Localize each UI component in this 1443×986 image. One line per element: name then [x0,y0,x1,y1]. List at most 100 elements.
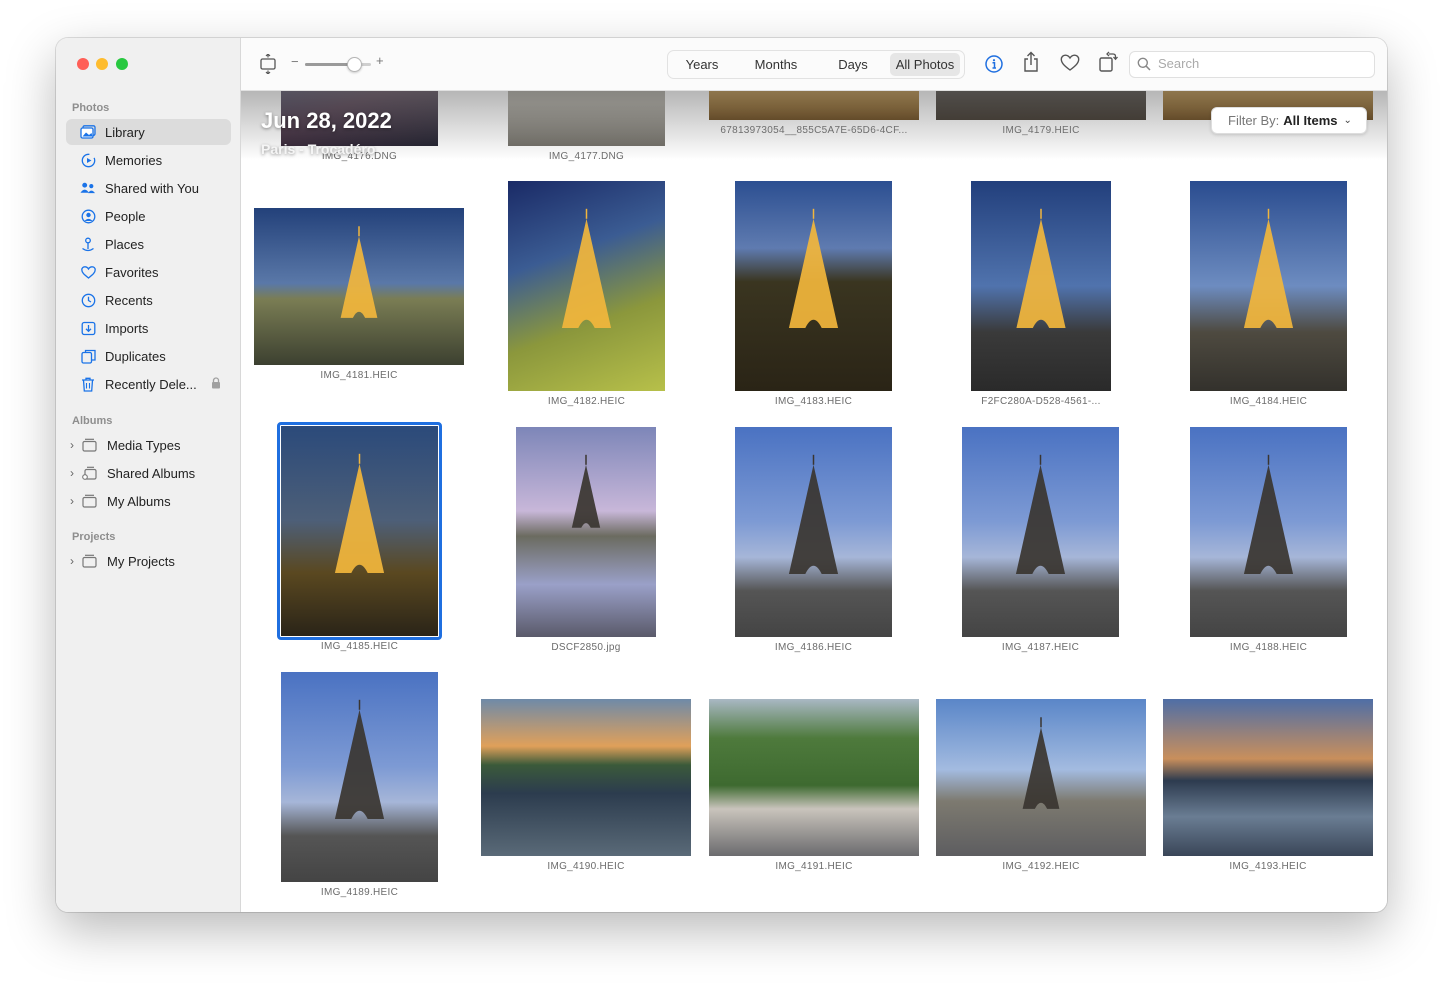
chevron-right-icon[interactable]: › [70,494,80,508]
filter-by-button[interactable]: Filter By: All Items ⌄ [1211,107,1367,134]
photo-grid: IMG_4176.DNG IMG_4177.DNG 67813973054__855… [241,38,1387,912]
sidebar-item-places[interactable]: Places [66,231,231,257]
sidebar-item-favorites[interactable]: Favorites [66,259,231,285]
photo-thumbnail[interactable] [709,699,919,856]
sidebar-item-imports[interactable]: Imports [66,315,231,341]
chevron-right-icon[interactable]: › [70,554,80,568]
photos-section-title: Photos [72,102,110,114]
photo-caption: F2FC280A-D528-4561-... [981,396,1101,407]
search-field[interactable] [1129,51,1375,78]
photo-thumbnail[interactable] [281,672,438,882]
memories-icon [80,152,96,168]
photo-caption: IMG_4186.HEIC [774,642,853,653]
photo-thumbnail[interactable] [936,699,1146,856]
sidebar-item-label: Recently Dele... [105,376,197,392]
sidebar-item-duplicates[interactable]: Duplicates [66,343,231,369]
shared-album-icon [82,465,98,481]
photo-thumbnail[interactable] [962,427,1119,637]
photo-caption: IMG_4183.HEIC [774,396,853,407]
sidebar-item-label: My Albums [107,493,171,509]
photo-thumbnail[interactable] [1190,427,1347,637]
shared-with-you-icon [80,180,96,196]
photo-caption: IMG_4193.HEIC [1229,861,1307,872]
projects-section-title: Projects [72,531,116,543]
tab-years[interactable]: Years [668,53,736,76]
minimize-window-button[interactable] [96,58,108,70]
photo-caption: IMG_4189.HEIC [320,887,399,898]
sidebar-item-my-projects[interactable]: › My Projects [66,548,231,574]
chevron-right-icon[interactable]: › [70,466,80,480]
sidebar-item-label: Library [105,124,145,140]
close-window-button[interactable] [77,58,89,70]
imports-icon [80,320,96,336]
zoom-out-button[interactable]: − [291,54,299,69]
sidebar-item-label: Memories [105,152,163,168]
sidebar-item-shared-albums[interactable]: › Shared Albums [66,460,231,486]
search-input[interactable] [1156,55,1360,72]
photo-thumbnail[interactable] [508,181,665,391]
rotate-icon[interactable] [1098,51,1118,72]
zoom-in-button[interactable]: + [376,53,384,68]
favorite-heart-icon[interactable] [1060,54,1080,74]
heart-icon [80,264,96,280]
album-stack-icon [82,553,98,569]
sidebar-item-people[interactable]: People [66,203,231,229]
album-stack-icon [82,437,98,453]
aspect-ratio-icon[interactable] [259,53,279,75]
sidebar-item-label: Media Types [107,437,181,453]
sidebar-item-label: People [105,208,146,224]
photo-caption: IMG_4192.HEIC [1002,861,1080,872]
zoom-slider-knob[interactable] [347,57,362,72]
selected-photo-frame [277,422,442,640]
sidebar-item-shared-with-you[interactable]: Shared with You [66,175,231,201]
sidebar-item-label: Imports [105,320,149,336]
tab-days[interactable]: Days [816,53,890,76]
lock-icon [211,377,221,392]
photo-thumbnail[interactable] [481,699,691,856]
sidebar-item-label: My Projects [107,553,175,569]
moment-location[interactable]: Paris - Trocadéro [261,141,375,157]
photo-caption: IMG_4179.HEIC [1002,125,1080,136]
library-icon [80,124,96,140]
photo-caption: IMG_4184.HEIC [1229,396,1308,407]
share-icon[interactable] [1022,51,1042,72]
sidebar-item-my-albums[interactable]: › My Albums [66,488,231,514]
photo-thumbnail[interactable] [735,427,892,637]
photo-thumbnail[interactable] [1163,699,1373,856]
photo-thumbnail[interactable] [971,181,1111,391]
album-stack-icon [82,493,98,509]
albums-section-title: Albums [72,415,113,427]
sidebar-item-memories[interactable]: Memories [66,147,231,173]
photo-thumbnail[interactable] [254,208,464,365]
sidebar: Photos Library Memories Shared with You … [56,38,241,912]
photo-caption: IMG_4177.DNG [548,151,625,162]
tab-months[interactable]: Months [736,53,816,76]
sidebar-item-label: Shared Albums [107,465,196,481]
filter-value: All Items [1283,113,1338,128]
tab-all-photos[interactable]: All Photos [890,53,960,76]
photo-caption: IMG_4188.HEIC [1229,642,1308,653]
sidebar-item-library[interactable]: Library [66,119,231,145]
search-icon [1137,57,1151,76]
zoom-window-button[interactable] [116,58,128,70]
trash-icon [80,376,96,392]
photo-thumbnail[interactable] [735,181,892,391]
photo-thumbnail[interactable] [1190,181,1347,391]
sidebar-item-label: Favorites [105,264,159,280]
sidebar-item-recents[interactable]: Recents [66,287,231,313]
sidebar-item-label: Places [105,236,145,252]
sidebar-item-recently-deleted[interactable]: Recently Dele... [66,371,231,397]
chevron-right-icon[interactable]: › [70,438,80,452]
sidebar-item-label: Recents [105,292,153,308]
photo-caption: IMG_4185.HEIC [320,641,399,652]
photo-thumbnail[interactable] [516,427,656,637]
moment-date: Jun 28, 2022 [261,108,392,133]
photo-caption: IMG_4181.HEIC [320,370,398,381]
sidebar-item-label: Shared with You [105,180,199,196]
zoom-slider[interactable] [305,57,371,72]
toolbar: − + Years Months Days All Photos [241,38,1387,91]
main-content: − + Years Months Days All Photos Search … [241,38,1387,912]
sidebar-item-media-types[interactable]: › Media Types [66,432,231,458]
info-icon[interactable] [984,54,1004,74]
photo-caption: IMG_4191.HEIC [775,861,853,872]
